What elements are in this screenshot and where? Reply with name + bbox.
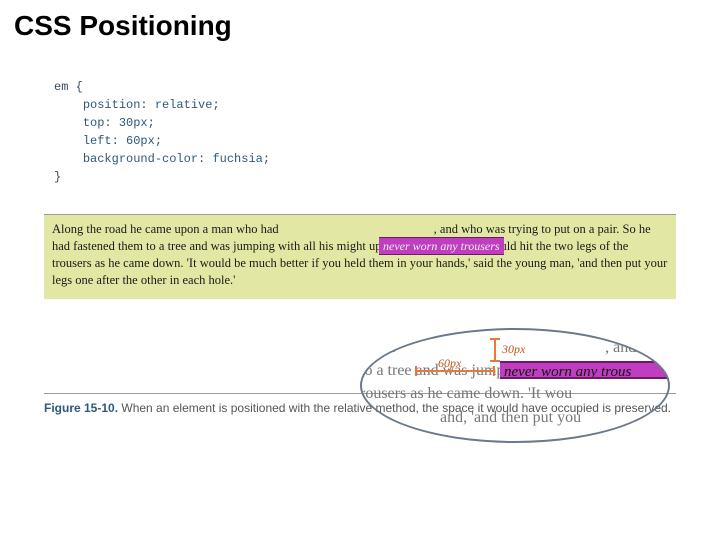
figure-reference: Figure 15-10. [44,401,118,415]
paragraph-before-gap: Along the road he came upon a man who ha… [52,222,279,236]
code-selector: em { [54,78,720,96]
zoom-em-bar: never worn any trous [500,361,670,379]
code-line-0: position: relative; [54,96,720,114]
page-title: CSS Positioning [0,0,720,42]
example-paragraph: Along the road he came upon a man who ha… [44,214,676,299]
code-line-1: top: 30px; [54,114,720,132]
offset-vertical-label: 30px [502,342,525,357]
emphasized-text: never worn any trousers [379,237,504,255]
offset-horizontal-label: 60px [438,356,461,371]
code-line-3: background-color: fuchsia; [54,150,720,168]
code-close: } [54,168,720,186]
zoom-callout: o had, and to a tree and was jumping wit… [360,328,670,443]
code-line-2: left: 60px; [54,132,720,150]
offset-vertical-marker [494,338,496,362]
css-code-block: em { position: relative; top: 30px; left… [54,78,720,186]
